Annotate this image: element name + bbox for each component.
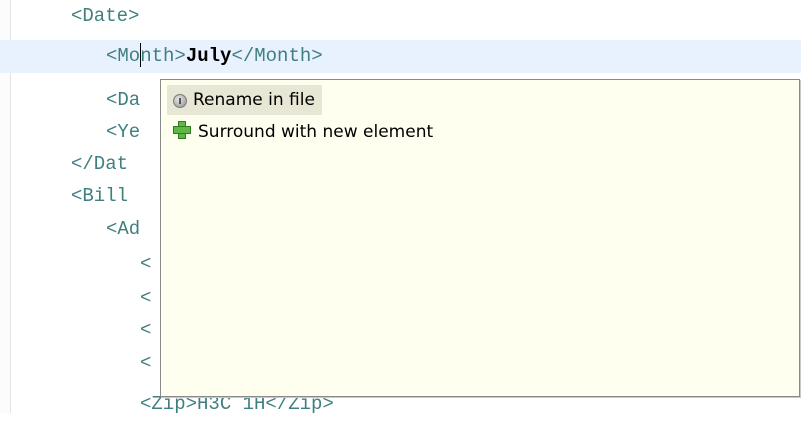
add-element-icon bbox=[172, 120, 192, 140]
code-text: < bbox=[140, 319, 152, 341]
proposal-label: Surround with new element bbox=[198, 122, 434, 142]
code-text: < bbox=[140, 352, 152, 374]
code-text: <Ad bbox=[106, 218, 141, 240]
month-open-tag-end: nth> bbox=[140, 45, 186, 67]
month-value: July bbox=[185, 45, 232, 67]
rename-icon bbox=[173, 94, 187, 108]
code-line: <Date> bbox=[0, 0, 801, 33]
code-text: < bbox=[140, 287, 152, 309]
code-text: </Dat bbox=[71, 153, 129, 175]
quick-assist-popup: Rename in file Surround with new element bbox=[160, 79, 800, 397]
code-text: <Bill bbox=[71, 185, 129, 207]
code-text: < bbox=[140, 253, 152, 275]
month-open-tag-start: <Mo bbox=[106, 45, 141, 67]
proposal-label: Rename in file bbox=[193, 90, 315, 110]
date-open-tag: <Date> bbox=[71, 5, 140, 27]
proposal-surround-with-new-element[interactable]: Surround with new element bbox=[167, 118, 439, 146]
code-text: <Ye bbox=[106, 121, 141, 143]
proposal-rename-in-file[interactable]: Rename in file bbox=[167, 85, 322, 115]
code-text: <Da bbox=[106, 89, 141, 111]
code-line-current: <Month>July</Month> bbox=[0, 40, 801, 73]
month-close-tag: </Month> bbox=[231, 45, 323, 67]
